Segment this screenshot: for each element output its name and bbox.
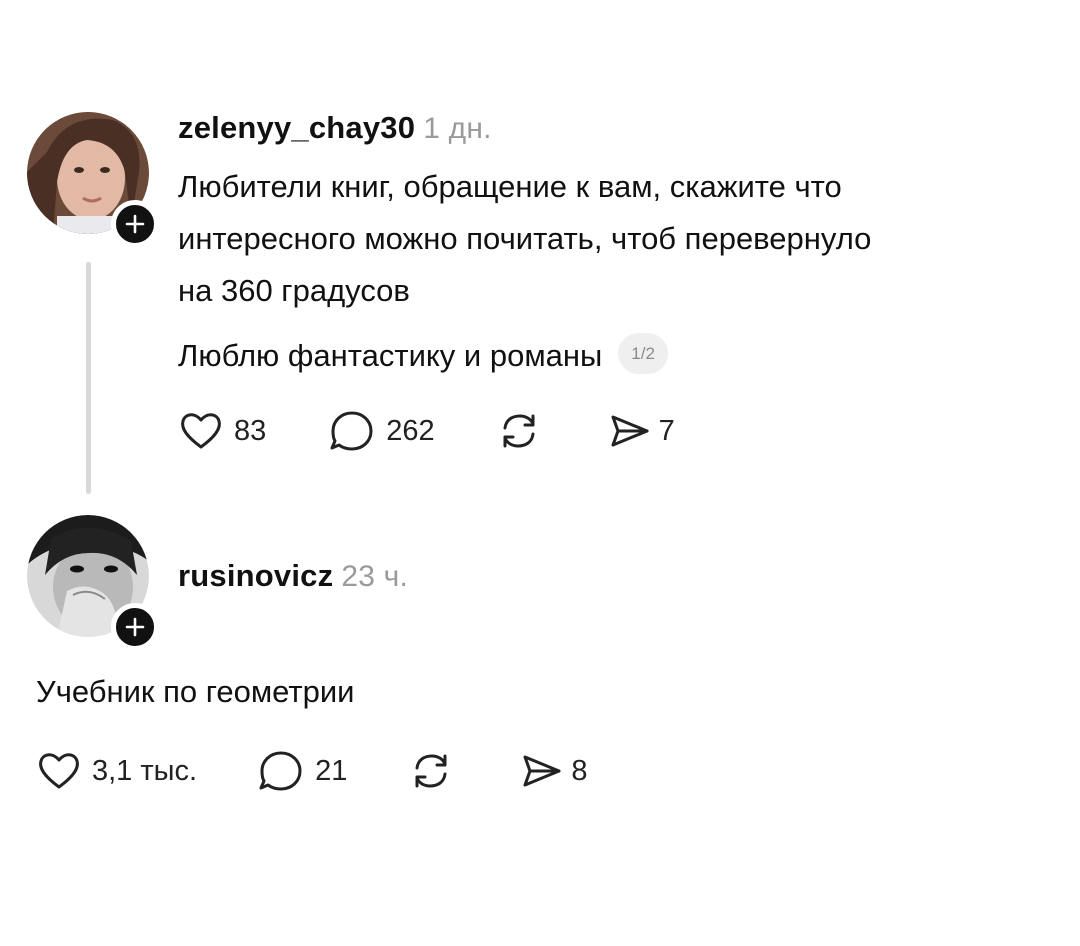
post-text-continuation: Люблю фантастику и романы 1/2	[178, 330, 668, 382]
comment-bubble-icon	[259, 751, 302, 791]
thread-line	[86, 262, 91, 494]
page-indicator[interactable]: 1/2	[618, 333, 668, 375]
username[interactable]: zelenyy_chay30	[178, 110, 415, 145]
repost-button[interactable]	[407, 748, 455, 794]
heart-icon	[39, 753, 79, 789]
share-button[interactable]: 7	[607, 408, 675, 454]
post-text-line: Учебник по геометрии	[36, 674, 355, 709]
send-icon	[611, 415, 649, 447]
avatar[interactable]	[27, 112, 159, 248]
repost-icon	[503, 414, 535, 448]
comment-count: 21	[315, 754, 348, 787]
send-icon	[523, 755, 561, 787]
follow-button[interactable]	[111, 200, 159, 248]
like-button[interactable]: 3,1 тыс.	[36, 748, 197, 794]
share-button[interactable]: 8	[519, 748, 587, 794]
follow-button[interactable]	[111, 603, 159, 651]
like-count: 83	[234, 414, 267, 447]
plus-icon	[125, 617, 145, 637]
timestamp: 23 ч.	[341, 560, 408, 593]
timestamp: 1 дн.	[423, 112, 492, 145]
like-count: 3,1 тыс.	[92, 754, 198, 787]
action-bar: 3,1 тыс. 21 8	[36, 746, 587, 796]
username[interactable]: rusinovicz	[178, 558, 333, 593]
action-bar: 83 262 7	[178, 406, 675, 456]
repost-icon	[415, 754, 447, 788]
like-button[interactable]: 83	[178, 408, 266, 454]
post-text-line: интересного можно почитать, чтоб перевер…	[178, 221, 872, 256]
post-header: zelenyy_chay30 1 дн.	[178, 110, 492, 146]
comment-count: 262	[386, 414, 435, 447]
post-text: Любители книг, обращение к вам, скажите …	[178, 161, 871, 317]
comment-button[interactable]: 262	[328, 408, 435, 454]
plus-icon	[125, 214, 145, 234]
comment-bubble-icon	[330, 411, 373, 451]
share-count: 8	[571, 754, 588, 787]
post-header: rusinovicz 23 ч.	[178, 558, 408, 594]
post-text: Учебник по геометрии	[36, 666, 354, 718]
heart-icon	[181, 413, 221, 449]
avatar[interactable]	[27, 515, 159, 651]
post-text-line: на 360 градусов	[178, 273, 410, 308]
post-text-line: Люблю фантастику и романы	[178, 338, 603, 373]
repost-button[interactable]	[495, 408, 543, 454]
comment-button[interactable]: 21	[257, 748, 347, 794]
share-count: 7	[658, 414, 675, 447]
post-text-line: Любители книг, обращение к вам, скажите …	[178, 169, 842, 204]
